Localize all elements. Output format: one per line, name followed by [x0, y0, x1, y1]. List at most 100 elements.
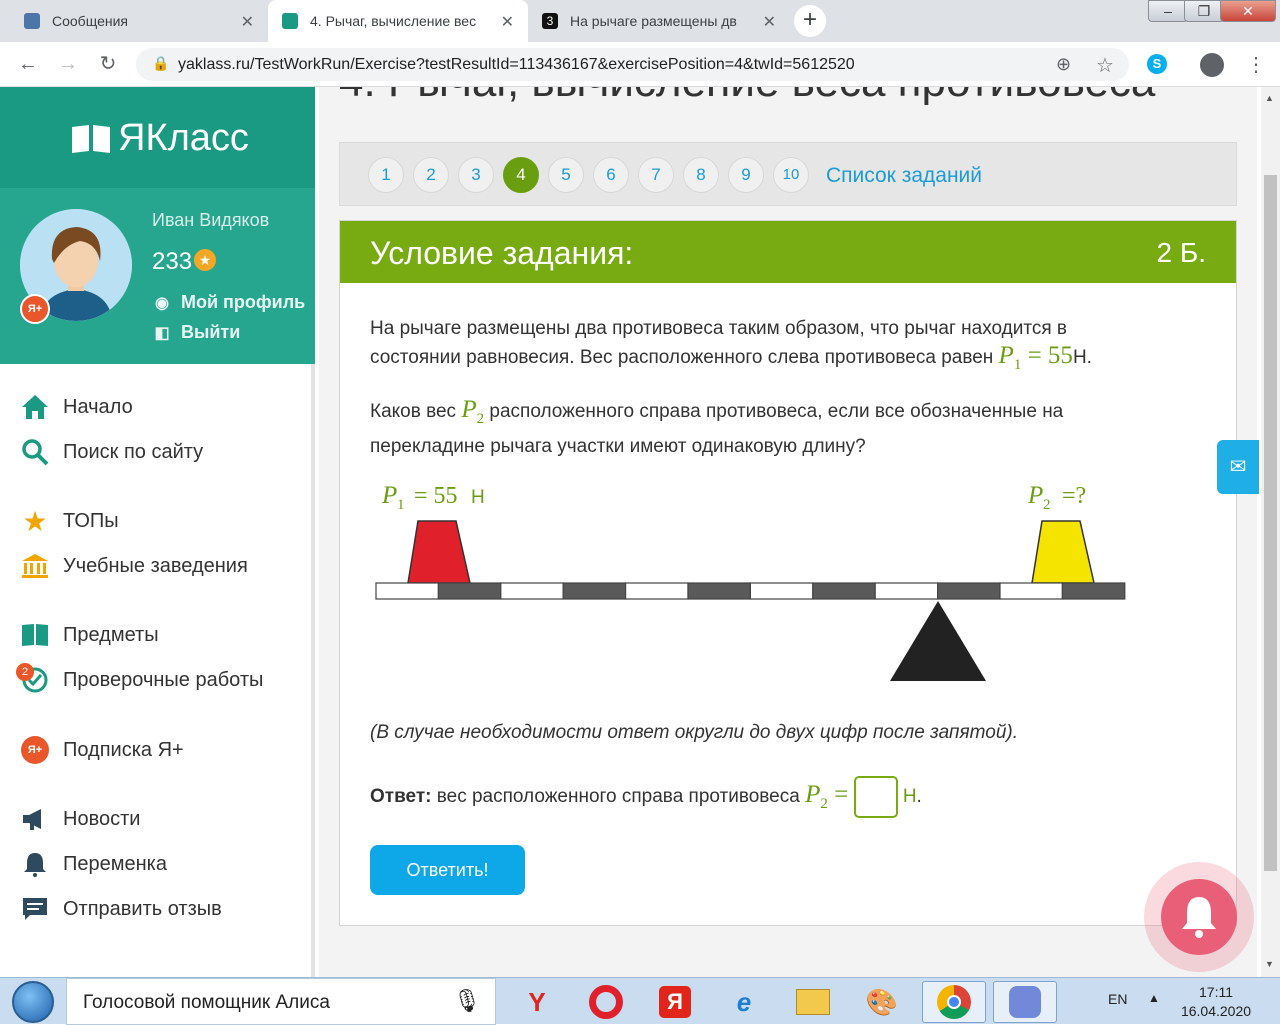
menu-item-tops[interactable]: ★ ТОПы [20, 505, 118, 537]
assistant-search-box[interactable]: Голосовой помощник Алиса 🎙 [66, 978, 496, 1025]
menu-item-break[interactable]: Переменка [20, 849, 167, 879]
task-paragraph-2: Каков вес P2 расположенного справа проти… [370, 396, 1200, 460]
close-window-button[interactable]: ✕ [1220, 0, 1276, 22]
clock[interactable]: 17:11 16.04.2020 [1180, 983, 1252, 1021]
yandex-icon[interactable]: Я [643, 981, 707, 1023]
user-panel: Я+ Иван Видяков 233 ★ ◉ Мой профиль ◧ Вы… [0, 188, 315, 364]
beam-segment [437, 582, 502, 600]
formula-p2: P2 [461, 396, 485, 427]
fulcrum [890, 601, 986, 681]
tab-title: 4. Рычаг, вычисление вес [310, 13, 477, 29]
beam-segment [874, 582, 939, 600]
page-link-10[interactable]: 10 [773, 157, 809, 193]
chrome-icon[interactable] [922, 981, 986, 1023]
formula-p1: P1 = 55 [998, 342, 1073, 373]
search-icon [20, 437, 50, 467]
user-name: Иван Видяков [152, 210, 270, 230]
close-icon[interactable]: ✕ [501, 12, 514, 32]
page-link-2[interactable]: 2 [413, 157, 449, 193]
sidebar: ЯКласс Я+ Иван Видяков 233 ★ ◉ Мой профи… [0, 87, 315, 977]
menu-item-home[interactable]: Начало [20, 392, 133, 422]
yandex-browser-icon[interactable]: Y [505, 981, 569, 1023]
logout-link[interactable]: ◧ Выйти [152, 322, 240, 343]
notifications-button[interactable] [1144, 862, 1254, 972]
beam-segment [500, 582, 564, 600]
sidebar-header: ЯКласс [0, 87, 315, 188]
beam-segment [625, 582, 689, 600]
right-weight [1031, 520, 1095, 584]
menu-dots-icon[interactable]: ⋮ [1246, 52, 1266, 77]
microphone-icon[interactable]: 🎙 [453, 988, 481, 1014]
page-link-6[interactable]: 6 [593, 157, 629, 193]
answer-input[interactable] [853, 775, 898, 818]
back-icon[interactable]: ← [14, 50, 42, 78]
close-icon[interactable]: ✕ [763, 12, 776, 32]
page-link-5[interactable]: 5 [548, 157, 584, 193]
menu-label: Проверочные работы [63, 668, 264, 691]
task-title: Условие задания: [370, 235, 634, 271]
file-explorer-icon[interactable] [781, 981, 845, 1023]
menu-item-tests[interactable]: Проверочные работы [20, 665, 263, 695]
book-icon [20, 620, 50, 650]
menu-item-schools[interactable]: Учебные заведения [20, 551, 248, 581]
submit-button[interactable]: Ответить! [370, 845, 525, 895]
add-icon[interactable]: ⊕ [1056, 54, 1071, 75]
forward-icon[interactable]: → [54, 50, 82, 78]
menu-label: Новости [63, 807, 141, 830]
page-link-4-current[interactable]: 4 [503, 157, 539, 193]
discord-icon[interactable] [993, 981, 1057, 1023]
yaklass-logo[interactable]: ЯКласс [70, 117, 249, 160]
mail-icon[interactable]: ✉ [1217, 440, 1259, 494]
internet-explorer-icon[interactable]: e [712, 981, 776, 1023]
lever-diagram: P 1 = 55 Н P 2 =? [375, 482, 1126, 681]
tab-znanija[interactable]: 3 На рычаге размещены дв ✕ [528, 0, 790, 42]
bookmark-star-icon[interactable]: ☆ [1096, 53, 1114, 78]
task-list-link[interactable]: Список заданий [826, 164, 982, 188]
scrollbar-thumb[interactable] [1264, 175, 1277, 871]
menu-item-news[interactable]: Новости [20, 804, 140, 834]
unit-label: Н [1072, 347, 1087, 368]
skype-icon[interactable]: S [1147, 54, 1167, 74]
profile-icon[interactable] [1200, 53, 1224, 77]
text-line: На рычаге размещены два противовеса таки… [370, 318, 1068, 339]
page-link-8[interactable]: 8 [683, 157, 719, 193]
tab-messages[interactable]: Сообщения ✕ [0, 0, 268, 42]
svg-text:P: P [1027, 482, 1043, 509]
menu-item-search[interactable]: Поиск по сайту [20, 437, 203, 467]
text-line: Каков вес [370, 401, 457, 422]
scroll-up-icon[interactable]: ▲ [1265, 93, 1274, 103]
maximize-button[interactable]: ❐ [1184, 0, 1224, 22]
page-link-9[interactable]: 9 [728, 157, 764, 193]
start-button[interactable] [12, 981, 54, 1023]
minimize-button[interactable]: – [1148, 0, 1188, 22]
page-link-3[interactable]: 3 [458, 157, 494, 193]
close-icon[interactable]: ✕ [241, 12, 254, 32]
star-icon: ★ [22, 505, 48, 537]
book-logo-icon [72, 124, 110, 153]
answer-text: вес расположенного справа противовеса [436, 786, 800, 807]
address-bar[interactable]: 🔒 yaklass.ru/TestWorkRun/Exercise?testRe… [136, 48, 1129, 81]
menu-item-subjects[interactable]: Предметы [20, 620, 159, 650]
page-scrollbar[interactable]: ▲ ▼ [1261, 87, 1280, 977]
megaphone-icon [20, 804, 50, 834]
new-tab-button[interactable]: + [794, 5, 826, 37]
profile-link[interactable]: ◉ Мой профиль [152, 292, 305, 313]
right-weight-label: P 2 =? [1027, 482, 1086, 513]
menu-item-feedback[interactable]: Отправить отзыв [20, 894, 222, 924]
page-link-1[interactable]: 1 [368, 157, 404, 193]
reload-icon[interactable]: ↻ [94, 50, 122, 78]
paint-icon[interactable]: 🎨 [850, 981, 914, 1023]
language-indicator[interactable]: EN [1108, 991, 1127, 1007]
menu-item-subscription[interactable]: Я+ Подписка Я+ [20, 735, 184, 765]
tests-count-badge: 2 [16, 663, 34, 681]
tray-expand-icon[interactable]: ▲ [1148, 991, 1160, 1005]
page-link-7[interactable]: 7 [638, 157, 674, 193]
svg-text:P: P [381, 482, 397, 509]
tab-lever-task[interactable]: 4. Рычаг, вычисление вес ✕ [268, 0, 528, 42]
beam-segment [1061, 582, 1126, 600]
scroll-down-icon[interactable]: ▼ [1265, 959, 1274, 969]
user-circle-icon: ◉ [155, 294, 169, 312]
beam-segment [999, 582, 1064, 600]
opera-icon[interactable] [574, 981, 638, 1023]
answer-label: Ответ: [370, 786, 432, 807]
